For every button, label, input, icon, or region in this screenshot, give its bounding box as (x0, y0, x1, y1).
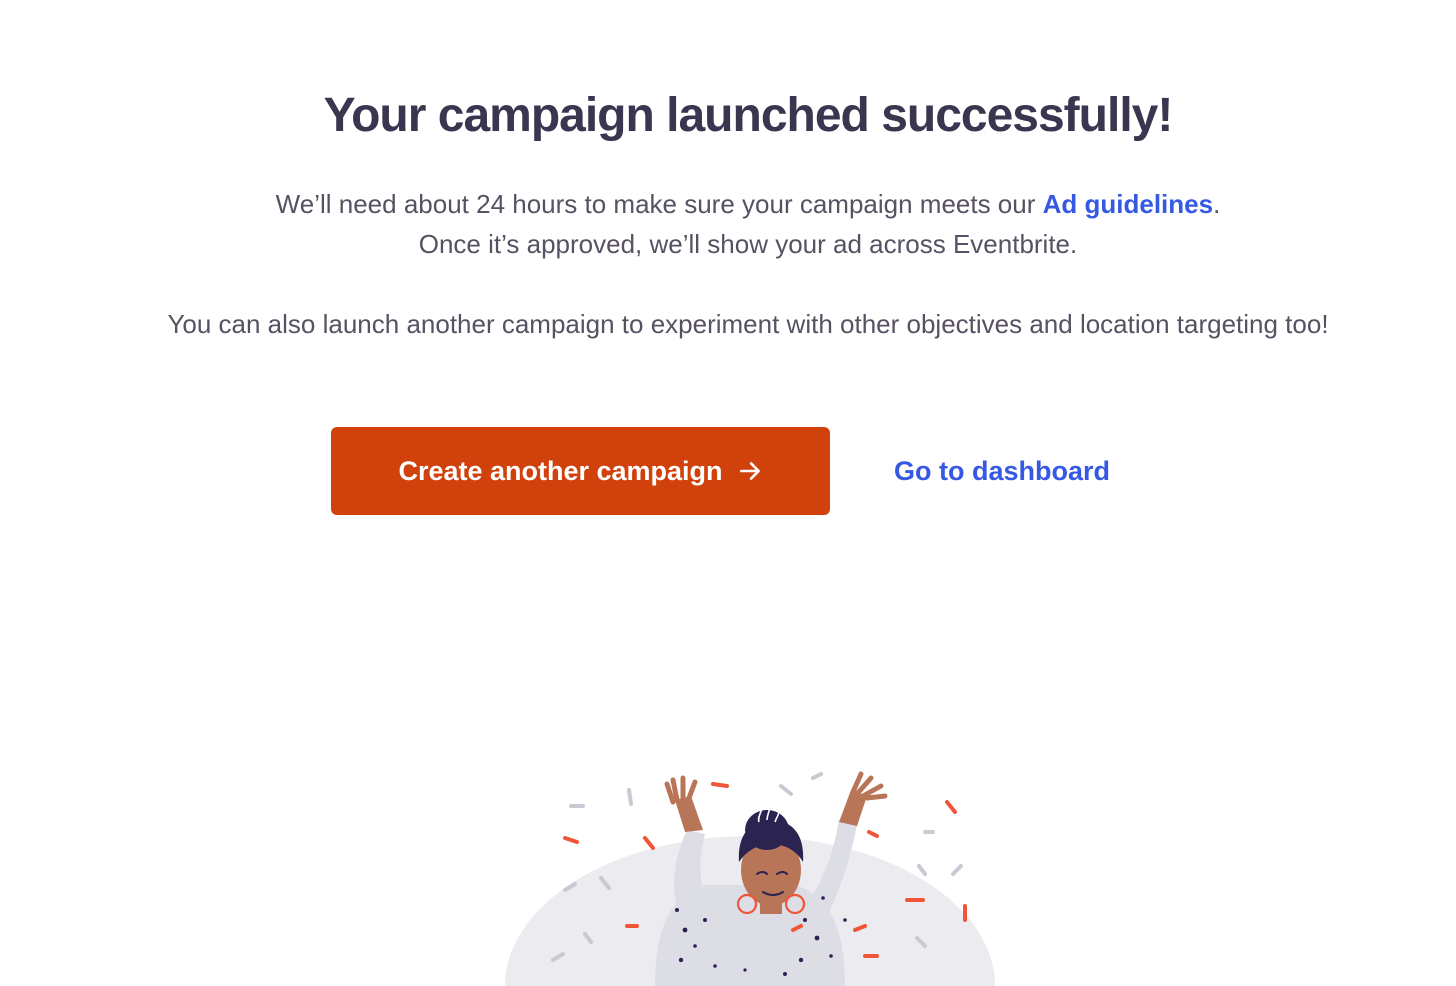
experiment-message: You can also launch another campaign to … (167, 309, 1329, 339)
ad-guidelines-link[interactable]: Ad guidelines (1043, 189, 1213, 219)
guidelines-message-period: . (1213, 189, 1221, 219)
guidelines-message: We’ll need about 24 hours to make sure y… (0, 184, 1456, 224)
campaign-success-page: Your campaign launched successfully! We’… (0, 0, 1456, 986)
celebration-illustration (505, 771, 995, 986)
create-another-campaign-button[interactable]: Create another campaign (331, 427, 830, 515)
go-to-dashboard-link[interactable]: Go to dashboard (894, 450, 1110, 492)
arrow-right-icon (737, 458, 763, 484)
create-another-campaign-label: Create another campaign (398, 455, 723, 486)
approval-message: Once it’s approved, we’ll show your ad a… (418, 229, 1078, 259)
page-title: Your campaign launched successfully! (323, 89, 1174, 142)
guidelines-message-text: We’ll need about 24 hours to make sure y… (275, 189, 1043, 219)
